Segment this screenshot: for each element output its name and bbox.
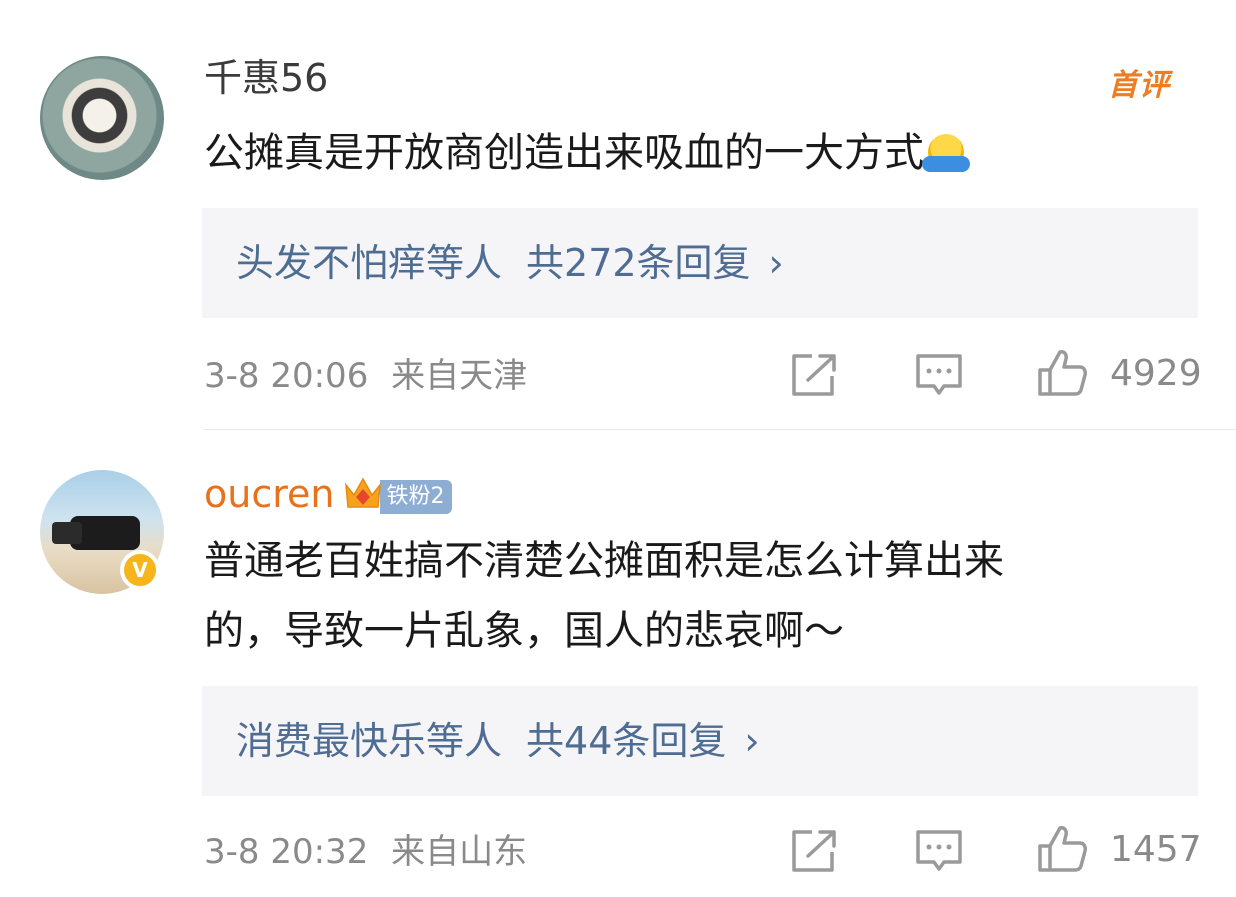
like-icon[interactable]	[1036, 824, 1088, 874]
replies-summary[interactable]: 消费最快乐等人 共44条回复 ›	[202, 686, 1198, 796]
comment-location: 来自山东	[391, 832, 528, 872]
comment-item: V oucren 铁粉2 普通老百姓搞不清楚公摊面积是怎么计算出来 的，导致一片…	[0, 430, 1236, 897]
comment-text: 公摊真是开放商创造出来吸血的一大方式	[204, 118, 1194, 188]
verified-badge: V	[120, 550, 160, 590]
like-icon[interactable]	[1036, 348, 1088, 398]
comment-text-content: 公摊真是开放商创造出来吸血的一大方式	[204, 130, 924, 176]
comment-meta: 3-8 20:32 来自山东	[204, 830, 527, 874]
fan-level-tag: 铁粉2	[380, 480, 453, 514]
avatar[interactable]	[40, 56, 164, 180]
comment-time: 3-8 20:06	[204, 356, 369, 396]
crown-icon	[345, 477, 382, 508]
comment-meta: 3-8 20:06 来自天津	[204, 354, 527, 398]
comment-text-line: 的，导致一片乱象，国人的悲哀啊～	[204, 608, 844, 654]
share-icon[interactable]	[790, 352, 838, 398]
comment-username[interactable]: 千惠56	[204, 56, 328, 100]
share-icon[interactable]	[790, 828, 838, 874]
comment-item: 千惠56 首评 公摊真是开放商创造出来吸血的一大方式 头发不怕痒等人 共272条回…	[0, 0, 1236, 430]
first-comment-badge: 首评	[1108, 68, 1170, 103]
comment-icon[interactable]	[914, 352, 964, 398]
comment-text: 普通老百姓搞不清楚公摊面积是怎么计算出来 的，导致一片乱象，国人的悲哀啊～	[204, 526, 1194, 666]
reply-count: 共272条回复	[526, 241, 751, 285]
comment-username[interactable]: oucren 铁粉2	[204, 472, 453, 516]
comment-time: 3-8 20:32	[204, 832, 369, 872]
comment-text-line: 普通老百姓搞不清楚公摊面积是怎么计算出来	[204, 538, 1004, 584]
comment-icon[interactable]	[914, 828, 964, 874]
replies-summary[interactable]: 头发不怕痒等人 共272条回复 ›	[202, 208, 1198, 318]
like-count: 1457	[1110, 829, 1202, 870]
like-count: 4929	[1110, 353, 1202, 394]
chevron-right-icon: ›	[744, 719, 760, 763]
comment-location: 来自天津	[391, 356, 528, 396]
shrug-emoji-icon	[922, 134, 970, 172]
reply-names: 头发不怕痒等人	[236, 241, 503, 285]
username-text: oucren	[204, 472, 335, 516]
camera-lens-image	[52, 522, 82, 544]
reply-names: 消费最快乐等人	[236, 719, 503, 763]
reply-count: 共44条回复	[526, 719, 727, 763]
chevron-right-icon: ›	[768, 241, 784, 285]
